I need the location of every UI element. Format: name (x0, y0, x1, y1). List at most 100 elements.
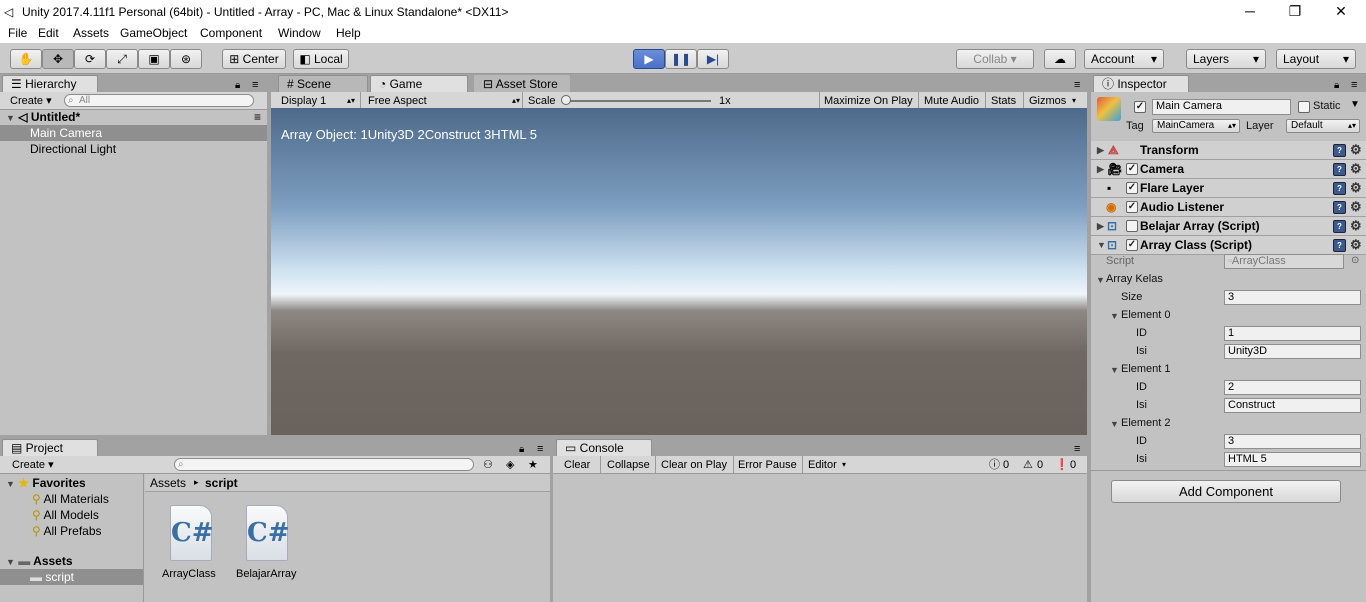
gear-icon[interactable]: ⚙ (1350, 217, 1362, 235)
play-icon[interactable]: ▶ (633, 49, 665, 69)
help-icon[interactable]: ? (1333, 201, 1346, 214)
tab-game[interactable]: ◔ Game (370, 75, 468, 92)
csharp-script-icon[interactable]: C# (170, 505, 213, 561)
step-icon[interactable]: ▶| (697, 49, 729, 69)
console-editor-dropdown[interactable]: Editor (808, 457, 837, 473)
element-0-isi-field[interactable]: Unity3D (1224, 344, 1361, 359)
asset-belajararray[interactable]: BelajarArray (236, 568, 297, 580)
menu-assets[interactable]: Assets (73, 26, 109, 40)
tab-console[interactable]: ▭ Console (556, 439, 652, 456)
menu-file[interactable]: File (8, 26, 27, 40)
error-icon[interactable]: ❗ (1055, 457, 1069, 473)
lock-icon[interactable]: 🔒︎ (1334, 80, 1339, 91)
expand-triangle-icon[interactable]: ▼ (1110, 419, 1119, 429)
help-icon[interactable]: ? (1333, 220, 1346, 233)
breadcrumb-script[interactable]: script (205, 476, 238, 490)
close-button[interactable]: ✕ (1318, 0, 1364, 23)
scale-slider-handle[interactable] (561, 95, 571, 105)
filter-by-label-icon[interactable]: ◈ (506, 457, 514, 473)
warning-icon[interactable]: ⚠ (1023, 457, 1033, 473)
size-field[interactable]: 3 (1224, 290, 1361, 305)
project-create-button[interactable]: Create ▾ (12, 457, 54, 473)
breadcrumb-assets[interactable]: Assets (150, 476, 186, 490)
move-tool-icon[interactable]: ✥ (42, 49, 74, 69)
menu-icon[interactable]: ≡ (1074, 443, 1080, 455)
display-dropdown[interactable]: Display 1 (281, 93, 326, 109)
component-enabled-checkbox[interactable]: ✓ (1126, 239, 1138, 251)
static-checkbox[interactable] (1298, 101, 1310, 113)
scale-tool-icon[interactable]: ⤢ (106, 49, 138, 69)
menu-icon[interactable]: ≡ (537, 443, 543, 455)
lock-icon[interactable]: 🔒︎ (519, 444, 524, 455)
asset-arrayclass[interactable]: ArrayClass (162, 568, 216, 580)
project-search-input[interactable]: ⌕ (174, 458, 474, 471)
tab-hierarchy[interactable]: ☰ Hierarchy (2, 75, 98, 92)
pivot-local-button[interactable]: ◧ Local (293, 49, 349, 69)
add-component-button[interactable]: Add Component (1111, 480, 1341, 503)
menu-gameobject[interactable]: GameObject (120, 26, 187, 40)
menu-help[interactable]: Help (336, 26, 361, 40)
help-icon[interactable]: ? (1333, 163, 1346, 176)
component-enabled-checkbox[interactable] (1126, 220, 1138, 232)
menu-icon[interactable]: ≡ (254, 109, 261, 125)
element-2-id-field[interactable]: 3 (1224, 434, 1361, 449)
component-transform[interactable]: ▶ ⟁ Transform ? ⚙ (1091, 141, 1366, 160)
csharp-script-icon[interactable]: C# (246, 505, 289, 561)
transform-tool-icon[interactable]: ⊛ (170, 49, 202, 69)
hierarchy-create-button[interactable]: Create ▾ (10, 93, 52, 109)
hierarchy-item-directional-light[interactable]: Directional Light (0, 141, 267, 157)
layout-dropdown[interactable]: Layout ▾ (1276, 49, 1356, 69)
aspect-dropdown[interactable]: Free Aspect (368, 93, 427, 109)
expand-triangle-icon[interactable]: ▼ (1110, 365, 1119, 375)
filter-by-type-icon[interactable]: ⚇ (483, 457, 493, 473)
tab-project[interactable]: ▤ Project (2, 439, 98, 456)
gear-icon[interactable]: ⚙ (1350, 236, 1362, 254)
active-checkbox[interactable]: ✓ (1134, 101, 1146, 113)
help-icon[interactable]: ? (1333, 239, 1346, 252)
hierarchy-search-input[interactable]: ⌕ All (64, 94, 254, 107)
pause-icon[interactable]: ❚❚ (665, 49, 697, 69)
gear-icon[interactable]: ⚙ (1350, 160, 1362, 178)
menu-icon[interactable]: ≡ (252, 79, 258, 91)
help-icon[interactable]: ? (1333, 182, 1346, 195)
favorite-all-materials[interactable]: ⚲ All Materials (0, 491, 109, 507)
tab-scene[interactable]: # Scene (278, 75, 368, 92)
component-camera[interactable]: ▶ 🎥︎ ✓ Camera ? ⚙ (1091, 160, 1366, 179)
rect-tool-icon[interactable]: ▣ (138, 49, 170, 69)
game-view[interactable]: Array Object: 1Unity3D 2Construct 3HTML … (271, 108, 1087, 435)
stats-toggle[interactable]: Stats (991, 93, 1016, 109)
component-enabled-checkbox[interactable]: ✓ (1126, 201, 1138, 213)
favorites-folder[interactable]: ▼ ★ Favorites (0, 475, 144, 491)
scale-slider-track[interactable] (563, 100, 711, 102)
tag-dropdown[interactable]: MainCamera ▴▾ (1152, 119, 1240, 133)
assets-folder[interactable]: ▼ ▬ Assets (0, 553, 144, 569)
component-belajar-array[interactable]: ▶ ⊡ Belajar Array (Script) ? ⚙ (1091, 217, 1366, 236)
pivot-center-button[interactable]: ⊞ Center (222, 49, 286, 69)
tab-inspector[interactable]: ⓘ Inspector (1093, 75, 1189, 92)
element-1-id-field[interactable]: 2 (1224, 380, 1361, 395)
menu-edit[interactable]: Edit (38, 26, 59, 40)
expand-triangle-icon[interactable]: ▼ (1110, 311, 1119, 321)
menu-window[interactable]: Window (278, 26, 321, 40)
collab-button[interactable]: Collab ▾ (956, 49, 1034, 69)
lock-icon[interactable]: 🔒︎ (235, 80, 240, 91)
script-reference-field[interactable]: ▫ArrayClass (1224, 254, 1344, 269)
console-collapse-toggle[interactable]: Collapse (607, 457, 650, 473)
console-error-pause-toggle[interactable]: Error Pause (738, 457, 797, 473)
divider[interactable] (1087, 75, 1091, 602)
expand-triangle-icon[interactable]: ▼ (1096, 275, 1105, 285)
favorite-all-prefabs[interactable]: ⚲ All Prefabs (0, 523, 102, 539)
account-dropdown[interactable]: Account ▾ (1084, 49, 1164, 69)
console-clear-on-play-toggle[interactable]: Clear on Play (661, 457, 727, 473)
object-picker-icon[interactable]: ⊙ (1351, 255, 1359, 266)
chevron-down-icon[interactable]: ▼ (1350, 99, 1360, 110)
scene-row[interactable]: ▼ ◁ Untitled* ≡ (0, 109, 267, 125)
component-audio-listener[interactable]: ◉ ✓ Audio Listener ? ⚙ (1091, 198, 1366, 217)
element-0-id-field[interactable]: 1 (1224, 326, 1361, 341)
element-1-isi-field[interactable]: Construct (1224, 398, 1361, 413)
maximize-button[interactable]: ❐ (1272, 0, 1318, 23)
console-clear-button[interactable]: Clear (564, 457, 590, 473)
script-folder[interactable]: ▬ script (0, 569, 143, 585)
rotate-tool-icon[interactable]: ⟳ (74, 49, 106, 69)
component-enabled-checkbox[interactable]: ✓ (1126, 182, 1138, 194)
